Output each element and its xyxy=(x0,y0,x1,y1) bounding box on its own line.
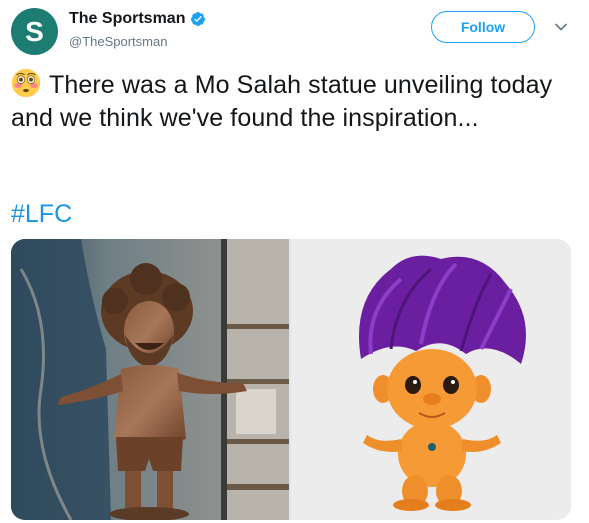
display-name[interactable]: The Sportsman xyxy=(69,10,185,28)
flushed-face-icon xyxy=(11,68,41,98)
account-handle[interactable]: @TheSportsman xyxy=(69,34,167,49)
photo-troll-doll[interactable] xyxy=(291,239,571,520)
chevron-down-icon[interactable] xyxy=(554,20,568,34)
tweet-body-text: There was a Mo Salah statue unveiling to… xyxy=(11,71,553,132)
tweet-text: There was a Mo Salah statue unveiling to… xyxy=(11,68,571,135)
display-name-row[interactable]: The Sportsman xyxy=(69,10,206,28)
verified-badge-icon xyxy=(190,11,206,27)
tweet-card: S The Sportsman @TheSportsman Follow The… xyxy=(0,0,589,523)
photo-statue[interactable] xyxy=(11,239,289,520)
avatar-letter: S xyxy=(25,15,44,47)
follow-button[interactable]: Follow xyxy=(431,11,535,43)
media-grid xyxy=(11,239,571,520)
hashtag-link[interactable]: #LFC xyxy=(11,200,72,229)
avatar[interactable]: S xyxy=(11,8,58,55)
